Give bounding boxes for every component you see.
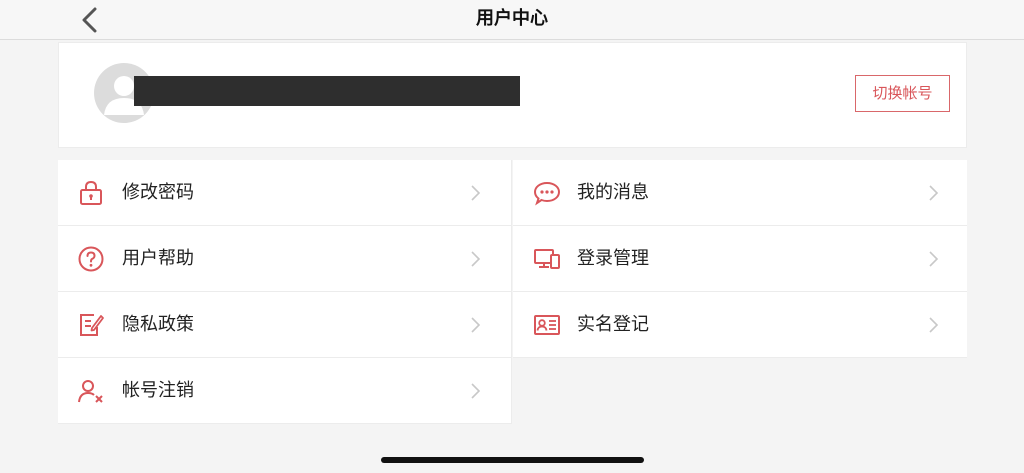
menu-item-label: 帐号注销 bbox=[122, 380, 194, 401]
settings-menu: 修改密码 我的消息 用户帮助 登录管理 隐私政策 实名登记 帐号注销 bbox=[58, 160, 967, 425]
policy-document-icon bbox=[80, 314, 104, 336]
redacted-username bbox=[134, 76, 520, 106]
id-card-icon bbox=[534, 315, 560, 335]
chevron-right-icon bbox=[929, 185, 939, 201]
menu-item-label: 隐私政策 bbox=[122, 314, 194, 335]
devices-icon bbox=[534, 249, 560, 269]
menu-item-label: 用户帮助 bbox=[122, 248, 194, 269]
menu-item-label: 登录管理 bbox=[577, 248, 649, 269]
chevron-right-icon bbox=[471, 185, 481, 201]
menu-item-user-help[interactable]: 用户帮助 bbox=[58, 226, 512, 292]
menu-item-label: 修改密码 bbox=[122, 182, 194, 203]
chevron-right-icon bbox=[471, 317, 481, 333]
user-remove-icon bbox=[78, 380, 103, 403]
menu-item-privacy-policy[interactable]: 隐私政策 bbox=[58, 292, 512, 358]
help-circle-icon bbox=[78, 246, 104, 272]
menu-item-label: 实名登记 bbox=[577, 314, 649, 335]
menu-item-label: 我的消息 bbox=[577, 182, 649, 203]
home-indicator[interactable] bbox=[381, 457, 644, 463]
page-title: 用户中心 bbox=[476, 8, 548, 29]
menu-item-change-password[interactable]: 修改密码 bbox=[58, 160, 512, 226]
menu-item-login-management[interactable]: 登录管理 bbox=[513, 226, 967, 292]
profile-card: 切换帐号 bbox=[58, 42, 967, 148]
lock-icon bbox=[80, 180, 102, 205]
chevron-right-icon bbox=[471, 251, 481, 267]
chevron-right-icon bbox=[471, 383, 481, 399]
nav-bar: 用户中心 bbox=[0, 0, 1024, 40]
menu-item-cancel-account[interactable]: 帐号注销 bbox=[58, 358, 512, 424]
menu-item-my-messages[interactable]: 我的消息 bbox=[513, 160, 967, 226]
chevron-right-icon bbox=[929, 251, 939, 267]
menu-item-real-name-registration[interactable]: 实名登记 bbox=[513, 292, 967, 358]
chevron-right-icon bbox=[929, 317, 939, 333]
chat-bubble-icon bbox=[533, 181, 561, 206]
switch-account-button[interactable]: 切换帐号 bbox=[855, 75, 950, 112]
